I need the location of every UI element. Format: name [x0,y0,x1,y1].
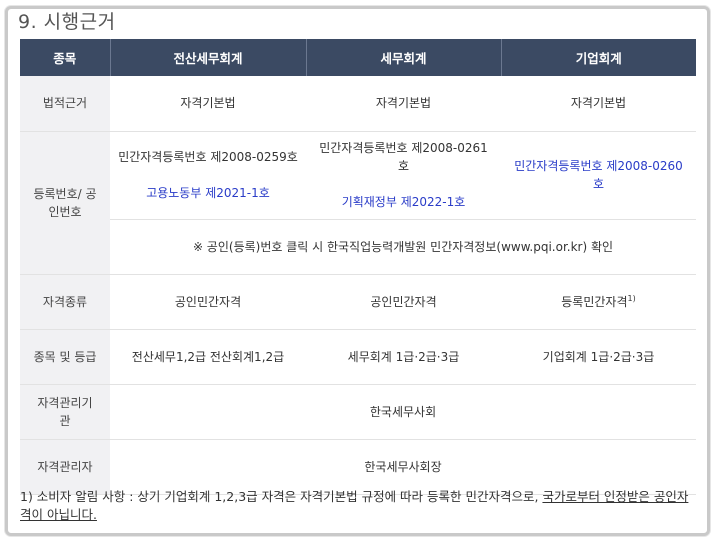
row-label-grades: 종목 및 등급 [20,329,110,385]
certification-number-link[interactable]: 기획재정부 제2022-1호 [342,195,466,209]
table-cell: 한국세무사회 [110,384,696,440]
row-label-qualification-type: 자격종류 [20,274,110,330]
row-label-legal-basis: 법적근거 [20,76,110,132]
table-header-row: 종목 전산세무회계 세무회계 기업회계 [20,39,696,76]
table-cell: 민간자격등록번호 제2008-0260호 [501,131,696,220]
registration-number: 민간자격등록번호 제2008-0261호 [319,141,488,173]
footnote-marker: 1) [627,293,636,303]
table-cell: 자격기본법 [110,76,306,132]
header-category: 종목 [20,39,111,76]
table-row: 법적근거 자격기본법 자격기본법 자격기본법 [20,76,696,132]
table-row: 종목 및 등급 전산세무1,2급 전산회계1,2급 세무회계 1급·2급·3급 … [20,329,696,385]
footnote-text: 1) 소비자 알림 사항 : 상기 기업회계 1,2,3급 자격은 자격기본법 … [20,489,543,504]
table-row: 자격종류 공인민간자격 공인민간자격 등록민간자격1) [20,274,696,330]
table-cell: 공인민간자격 [306,274,501,330]
table-cell: 자격기본법 [501,76,696,132]
certification-number-link[interactable]: 고용노동부 제2021-1호 [146,186,270,200]
registration-notice: ※ 공인(등록)번호 클릭 시 한국직업능력개발원 민간자격정보(www.pqi… [110,219,696,275]
qualification-type-text: 등록민간자격 [561,294,628,309]
row-label-administrator: 자격관리자 [20,439,110,495]
registration-number-link[interactable]: 민간자격등록번호 제2008-0260호 [514,159,683,191]
section-title: 9. 시행근거 [18,11,116,33]
table-cell: 한국세무사회장 [110,439,696,495]
table-cell: 전산세무1,2급 전산회계1,2급 [110,329,306,385]
table-cell: 민간자격등록번호 제2008-0261호 기획재정부 제2022-1호 [306,131,501,220]
table-cell: 민간자격등록번호 제2008-0259호 고용노동부 제2021-1호 [110,131,306,220]
table-row: 자격관리자 한국세무사회장 [20,439,696,495]
row-label-registration: 등록번호/ 공인번호 [20,131,110,275]
row-label-managing-body: 자격관리기관 [20,384,110,440]
consumer-notice-footnote: 1) 소비자 알림 사항 : 상기 기업회계 1,2,3급 자격은 자격기본법 … [20,488,696,524]
table-row: ※ 공인(등록)번호 클릭 시 한국직업능력개발원 민간자격정보(www.pqi… [20,219,696,275]
table-cell: 공인민간자격 [110,274,306,330]
table-row: 등록번호/ 공인번호 민간자격등록번호 제2008-0259호 고용노동부 제2… [20,131,696,275]
table-cell: 등록민간자격1) [501,274,696,330]
table-cell: 세무회계 1급·2급·3급 [306,329,501,385]
table-cell: 자격기본법 [306,76,501,132]
registration-number: 민간자격등록번호 제2008-0259호 [118,150,298,164]
header-tax-accounting: 세무회계 [306,39,502,76]
header-computerized-tax-accounting: 전산세무회계 [110,39,307,76]
header-corporate-accounting: 기업회계 [501,39,696,76]
qualification-table: 종목 전산세무회계 세무회계 기업회계 법적근거 자격기본법 자격기본법 자격기… [20,39,696,495]
content-frame: 9. 시행근거 종목 전산세무회계 세무회계 기업회계 법적근거 자격기본법 자… [5,6,710,536]
table-cell: 기업회계 1급·2급·3급 [501,329,696,385]
table-row: 자격관리기관 한국세무사회 [20,384,696,440]
